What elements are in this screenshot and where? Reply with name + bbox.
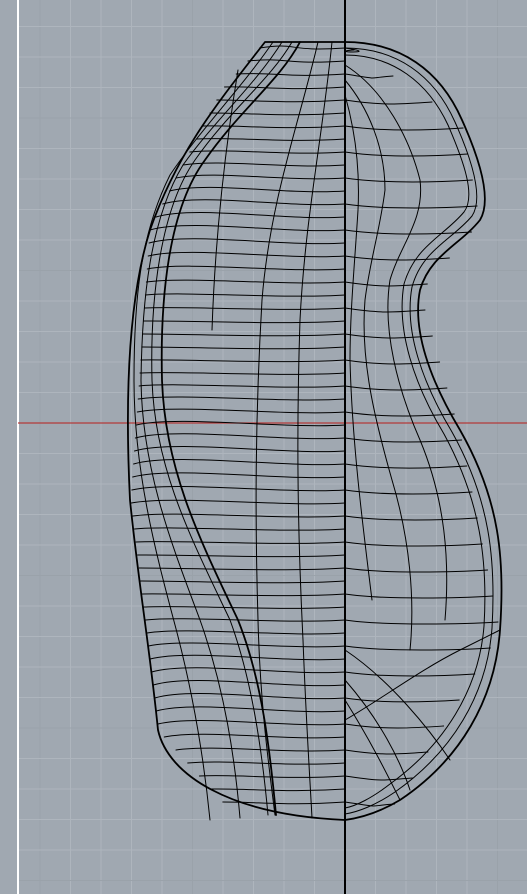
cad-viewport[interactable] [0,0,527,894]
viewport-background [0,0,527,894]
viewport-canvas[interactable] [0,0,527,894]
